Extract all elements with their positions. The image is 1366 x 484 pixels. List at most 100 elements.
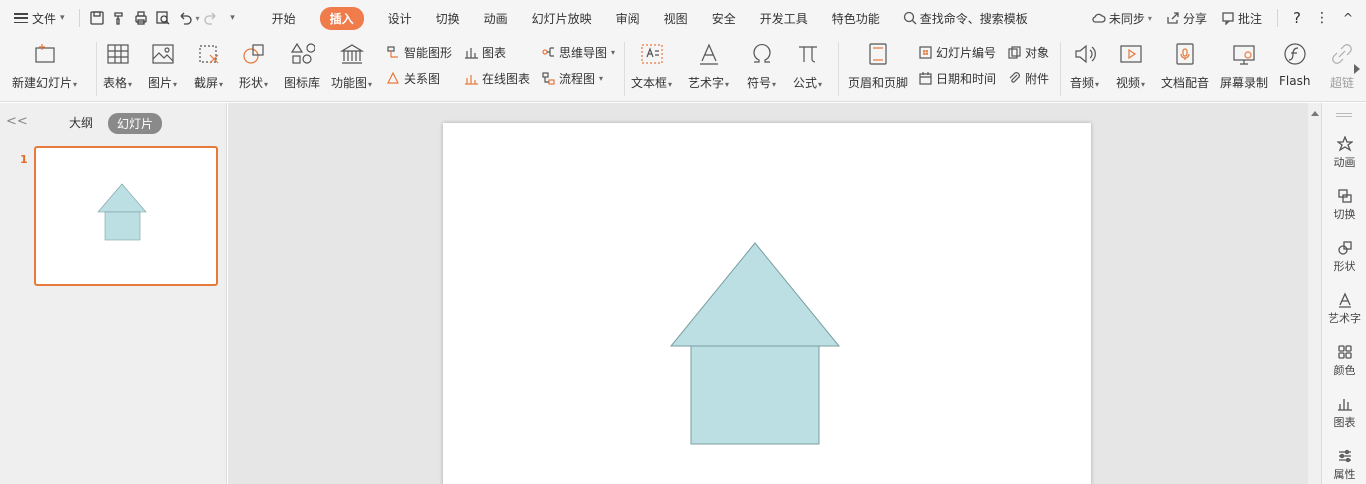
tab-transition[interactable]: 切换 <box>424 0 472 36</box>
function-chart-button[interactable]: 功能图▾ <box>331 40 372 91</box>
tab-label: 开始 <box>271 11 296 26</box>
narration-button[interactable]: 文档配音 <box>1161 40 1209 91</box>
collapse-ribbon-button[interactable]: ^ <box>1338 11 1358 25</box>
tab-animation[interactable]: 动画 <box>472 0 520 36</box>
datetime-button[interactable]: 日期和时间 <box>918 70 996 87</box>
vertical-scrollbar[interactable] <box>1308 103 1321 484</box>
tab-features[interactable]: 特色功能 <box>820 0 892 36</box>
shape-button[interactable]: 形状▾ <box>239 40 268 91</box>
help-button[interactable]: ? <box>1288 9 1306 27</box>
video-button[interactable]: 视频▾ <box>1116 40 1145 91</box>
tab-outline[interactable]: 大纲 <box>69 114 93 131</box>
sidebar-item-shape[interactable]: 形状 <box>1322 240 1366 274</box>
tab-label: 开发工具 <box>759 11 808 26</box>
tab-slideshow[interactable]: 幻灯片放映 <box>520 0 604 36</box>
format-painter-icon[interactable] <box>108 0 130 36</box>
online-chart-button[interactable]: 在线图表 <box>464 70 530 87</box>
mindmap-button[interactable]: 思维导图 ▾ <box>541 44 615 61</box>
rectangle-shape[interactable] <box>690 345 820 445</box>
search-command[interactable]: 查找命令、搜索模板 <box>898 10 1033 27</box>
comment-button[interactable]: 批注 <box>1216 10 1267 27</box>
tab-review[interactable]: 审阅 <box>604 0 652 36</box>
tab-view[interactable]: 视图 <box>652 0 700 36</box>
sliders-icon <box>1338 449 1351 463</box>
share-button[interactable]: 分享 <box>1161 10 1212 27</box>
flowchart-label: 流程图 <box>559 72 596 86</box>
sidebar-item-label: 动画 <box>1333 156 1356 169</box>
relation-chart-button[interactable]: 关系图 <box>386 70 440 87</box>
tab-design[interactable]: 设计 <box>376 0 424 36</box>
flash-button[interactable]: Flash <box>1279 40 1310 88</box>
chevron-down-icon: ▾ <box>772 80 777 89</box>
more-button[interactable]: ⋮ <box>1310 10 1334 26</box>
header-footer-button[interactable]: 页眉和页脚 <box>848 40 908 91</box>
slide-canvas[interactable] <box>443 123 1091 484</box>
chevron-down-icon: ▾ <box>668 80 673 89</box>
tab-insert[interactable]: 插入 <box>308 0 376 36</box>
undo-icon[interactable] <box>174 0 196 36</box>
tab-security[interactable]: 安全 <box>700 0 748 36</box>
chevron-down-icon: ▾ <box>219 80 224 89</box>
new-slide-button[interactable]: 新建幻灯片▾ <box>12 40 77 91</box>
tab-slides[interactable]: 幻灯片 <box>108 113 163 134</box>
function-chart-label: 功能图 <box>331 76 368 90</box>
ribbon-scroll-right-icon[interactable] <box>1354 64 1360 74</box>
sidebar-item-wordart[interactable]: 艺术字 <box>1322 292 1366 326</box>
textbox-button[interactable]: 文本框▾ <box>631 40 672 91</box>
wordart-button[interactable]: 艺术字▾ <box>688 40 729 91</box>
narration-label: 文档配音 <box>1161 76 1210 90</box>
chevron-down-icon: ▾ <box>264 80 269 89</box>
chevron-down-icon: ▾ <box>725 80 730 89</box>
slide-panel: << 大纲 幻灯片 1 <box>0 103 227 484</box>
slide-number-button[interactable]: 幻灯片编号 <box>918 44 996 61</box>
customize-toolbar-icon[interactable]: ▾ <box>222 0 244 36</box>
cloud-icon <box>1092 13 1106 23</box>
file-menu[interactable]: 文件 ▾ <box>0 0 73 36</box>
triangle-shape[interactable] <box>669 242 841 347</box>
save-icon[interactable] <box>86 0 108 36</box>
attachment-button[interactable]: 附件 <box>1007 70 1049 87</box>
formula-button[interactable]: 公式▾ <box>793 40 822 91</box>
tab-developer[interactable]: 开发工具 <box>748 0 820 36</box>
tab-label: 设计 <box>387 11 412 26</box>
print-preview-icon[interactable] <box>152 0 174 36</box>
scroll-up-icon[interactable] <box>1311 111 1319 116</box>
screen-record-button[interactable]: 屏幕录制 <box>1220 40 1268 91</box>
sidebar-item-properties[interactable]: 属性 <box>1322 448 1366 482</box>
divider <box>1276 9 1278 27</box>
header-footer-label: 页眉和页脚 <box>848 76 909 90</box>
tab-label: 视图 <box>663 11 688 26</box>
redo-icon[interactable] <box>200 0 222 36</box>
icon-library-button[interactable]: 图标库 <box>284 40 320 91</box>
textbox-label: 文本框 <box>631 76 668 90</box>
sidebar-item-label: 颜色 <box>1333 364 1356 377</box>
slide-thumbnail[interactable] <box>34 146 218 286</box>
tab-home[interactable]: 开始 <box>260 0 308 36</box>
color-grid-icon <box>1337 345 1352 359</box>
textbox-icon <box>638 40 666 68</box>
sync-status[interactable]: 未同步 ▾ <box>1087 10 1157 27</box>
table-button[interactable]: 表格▾ <box>103 40 132 91</box>
sidebar-item-animation[interactable]: 动画 <box>1322 136 1366 170</box>
pi-icon <box>794 40 822 68</box>
smart-art-icon <box>387 46 398 58</box>
flowchart-button[interactable]: 流程图 ▾ <box>541 70 603 87</box>
symbol-button[interactable]: 符号▾ <box>747 40 776 91</box>
hyperlink-button[interactable]: 超链 <box>1328 40 1356 91</box>
screenshot-button[interactable]: 截屏▾ <box>194 40 223 91</box>
table-icon <box>104 40 132 68</box>
collapse-panel-icon[interactable]: << <box>6 114 28 129</box>
smart-art-button[interactable]: 智能图形 <box>386 44 452 61</box>
sidebar-item-transition[interactable]: 切换 <box>1322 188 1366 222</box>
print-icon[interactable] <box>130 0 152 36</box>
sidebar-item-color[interactable]: 颜色 <box>1322 344 1366 378</box>
picture-button[interactable]: 图片▾ <box>148 40 177 91</box>
editing-canvas <box>228 103 1308 484</box>
audio-button[interactable]: 音频▾ <box>1070 40 1099 91</box>
chevron-down-icon: ▾ <box>173 80 178 89</box>
chart-button[interactable]: 图表 <box>464 44 506 61</box>
flowchart-icon <box>542 72 555 85</box>
hyperlink-label: 超链 <box>1329 76 1354 90</box>
object-button[interactable]: 对象 <box>1007 44 1049 61</box>
sidebar-item-chart[interactable]: 图表 <box>1322 396 1366 430</box>
